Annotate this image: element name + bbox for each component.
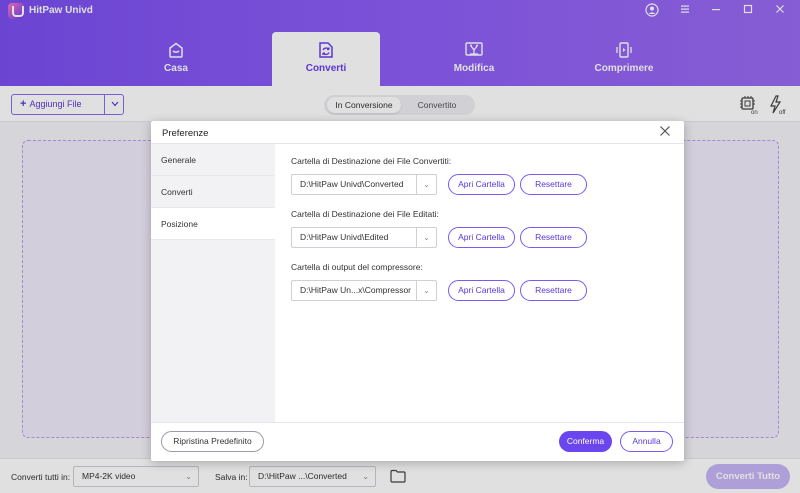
chevron-down-icon: ⌄ [416,175,436,194]
dialog-close-button[interactable] [658,125,672,139]
edited-folder-select[interactable]: D:\HitPaw Univd\Edited ⌄ [291,227,437,248]
open-edited-folder-button[interactable]: Apri Cartella [448,227,515,248]
divider [151,422,684,423]
preferences-sidebar: Generale Converti Posizione [151,144,275,422]
chevron-down-icon: ⌄ [416,228,436,247]
edited-folder-label: Cartella di Destinazione dei File Editat… [291,209,439,219]
converted-folder-label: Cartella di Destinazione dei File Conver… [291,156,452,166]
compressor-folder-path: D:\HitPaw Un...x\Compressor [300,285,411,295]
chevron-down-icon: ⌄ [416,281,436,300]
sidebar-item-posizione[interactable]: Posizione [151,208,275,240]
close-icon [660,126,670,136]
preferences-dialog: Preferenze Generale Converti Posizione C… [151,121,684,461]
open-compressor-folder-button[interactable]: Apri Cartella [448,280,515,301]
compressor-folder-select[interactable]: D:\HitPaw Un...x\Compressor ⌄ [291,280,437,301]
dialog-title: Preferenze [162,128,209,139]
reset-edited-folder-button[interactable]: Resettare [520,227,587,248]
preferences-content: Cartella di Destinazione dei File Conver… [275,144,684,422]
sidebar-item-generale[interactable]: Generale [151,144,275,176]
reset-compressor-folder-button[interactable]: Resettare [520,280,587,301]
converted-folder-select[interactable]: D:\HitPaw Univd\Converted ⌄ [291,174,437,195]
compressor-folder-label: Cartella di output del compressore: [291,262,423,272]
open-converted-folder-button[interactable]: Apri Cartella [448,174,515,195]
edited-folder-path: D:\HitPaw Univd\Edited [300,232,389,242]
reset-converted-folder-button[interactable]: Resettare [520,174,587,195]
confirm-button[interactable]: Conferma [559,431,612,452]
cancel-button[interactable]: Annulla [620,431,673,452]
sidebar-item-converti[interactable]: Converti [151,176,275,208]
restore-defaults-button[interactable]: Ripristina Predefinito [161,431,264,452]
converted-folder-path: D:\HitPaw Univd\Converted [300,179,404,189]
